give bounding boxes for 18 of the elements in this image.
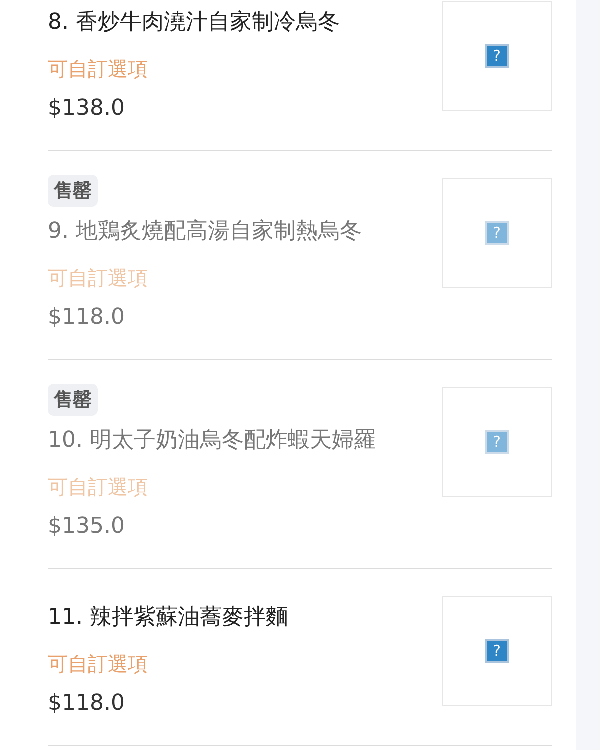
broken-image-icon: ?	[485, 221, 509, 245]
item-price: $135.0	[48, 513, 125, 541]
customizable-label: 可自訂選項	[48, 651, 148, 678]
item-price: $118.0	[48, 304, 125, 332]
customizable-label: 可自訂選項	[48, 265, 148, 292]
sold-out-badge: 售罄	[48, 384, 98, 416]
sold-out-badge: 售罄	[48, 175, 98, 207]
customizable-label: 可自訂選項	[48, 56, 148, 83]
broken-image-icon: ?	[485, 639, 509, 663]
item-price: $118.0	[48, 690, 125, 718]
item-title: 10. 明太子奶油烏冬配炸蝦天婦羅	[48, 427, 376, 455]
item-price: $138.0	[48, 95, 125, 123]
item-title: 8. 香炒牛肉澆汁自家制冷烏冬	[48, 9, 340, 37]
item-title: 9. 地鶏炙燒配高湯自家制熱烏冬	[48, 218, 362, 246]
broken-image-icon: ?	[485, 430, 509, 454]
broken-image-icon: ?	[485, 44, 509, 68]
item-title: 11. 辣拌紫蘇油蕎麥拌麵	[48, 604, 288, 632]
customizable-label: 可自訂選項	[48, 474, 148, 501]
